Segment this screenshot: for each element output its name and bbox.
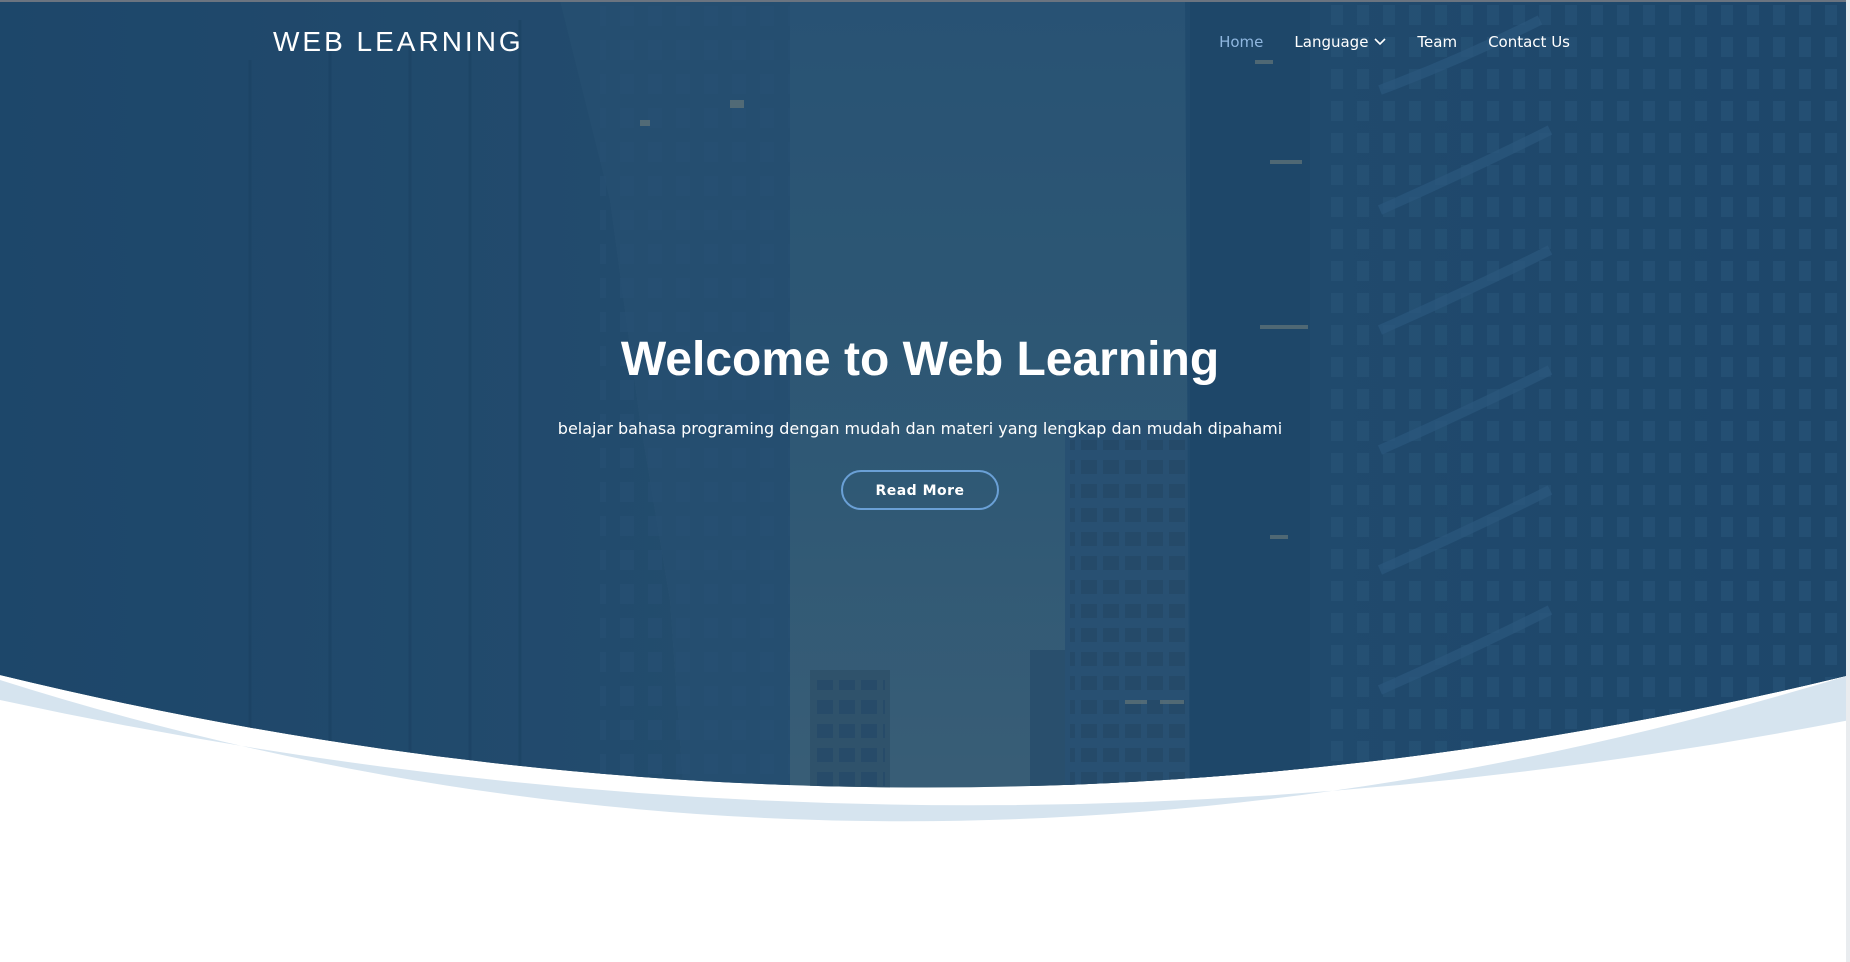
- nav-home[interactable]: Home: [1219, 31, 1263, 53]
- site-header: WEB LEARNING Home Language Team Contact …: [0, 0, 1850, 85]
- hero-title: Welcome to Web Learning: [620, 333, 1220, 386]
- window-top-border: [0, 0, 1850, 2]
- scrollbar[interactable]: [1846, 0, 1850, 962]
- nav-language-label: Language: [1294, 33, 1369, 51]
- page: WEB LEARNING Home Language Team Contact …: [0, 0, 1850, 962]
- nav-contact-us[interactable]: Contact Us: [1488, 31, 1570, 53]
- nav-language[interactable]: Language: [1294, 31, 1386, 53]
- hero-subtitle: belajar bahasa programing dengan mudah d…: [557, 419, 1283, 438]
- chevron-down-icon: [1374, 38, 1386, 46]
- read-more-button[interactable]: Read More: [841, 470, 999, 510]
- hero-section: Welcome to Web Learning belajar bahasa p…: [0, 330, 1840, 510]
- site-logo[interactable]: WEB LEARNING: [273, 26, 524, 58]
- nav-team[interactable]: Team: [1417, 31, 1457, 53]
- main-nav: Home Language Team Contact Us: [1219, 31, 1570, 53]
